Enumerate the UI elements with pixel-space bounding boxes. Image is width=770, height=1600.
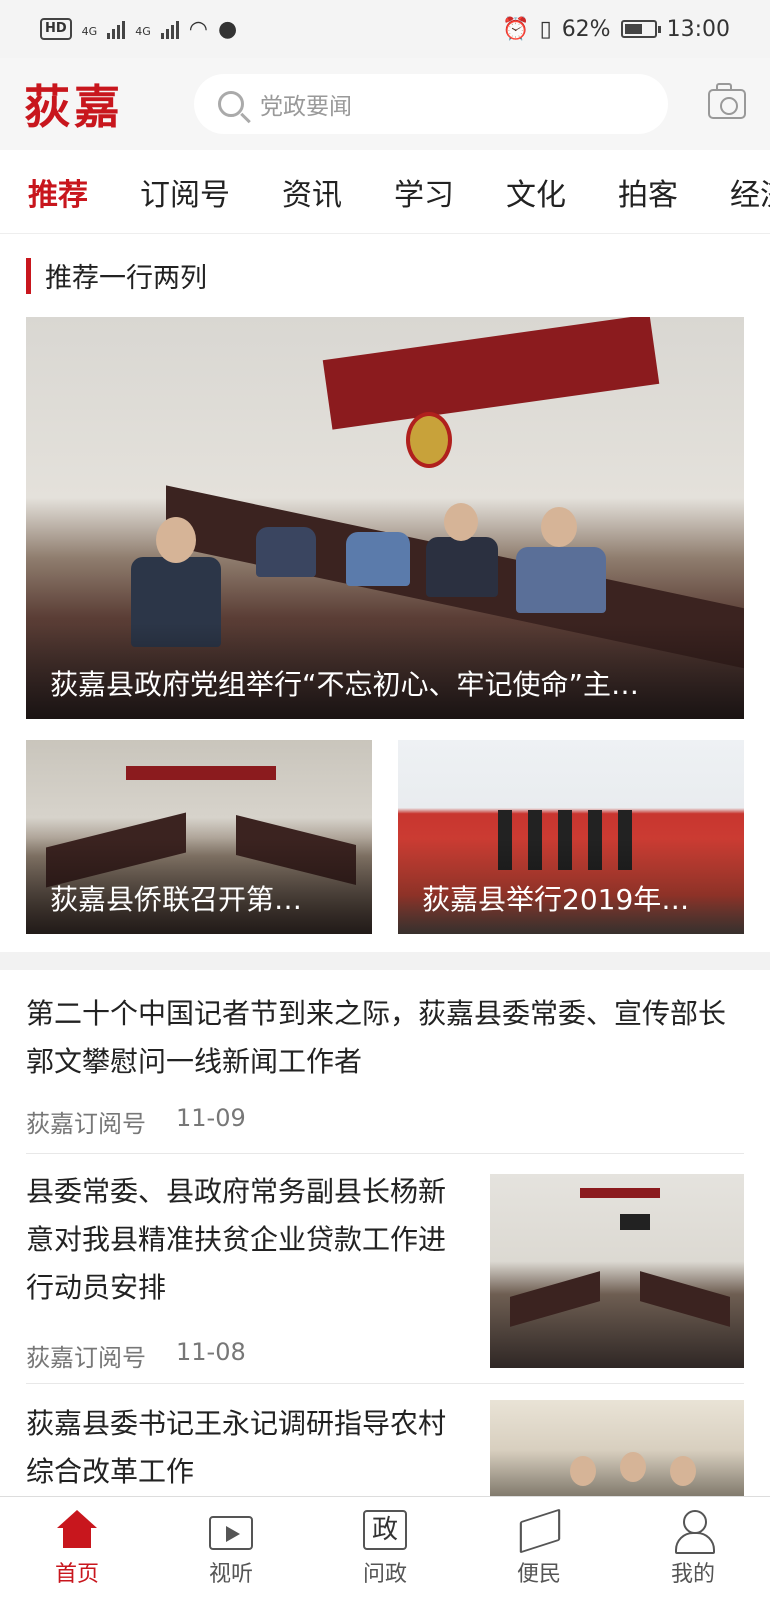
status-right: ⏰ ▯ 62% 13:00 — [502, 17, 730, 42]
app-logo: 荻嘉 — [24, 80, 124, 134]
featured-article-2[interactable]: 荻嘉县举行2019年… — [398, 740, 744, 934]
news-title-2: 县委常委、县政府常务副县长杨新意对我县精准扶贫企业贷款工作进行动员安排 — [26, 1175, 447, 1304]
status-bar: HD 4G 4G ◠ ● ⏰ ▯ 62% 13:00 — [0, 0, 770, 58]
battery-percent: 62% — [561, 16, 611, 42]
sim1-network: 4G — [81, 24, 98, 38]
battery-icon — [620, 20, 661, 38]
signal-icon — [107, 19, 126, 39]
nav-home[interactable]: 首页 — [0, 1497, 154, 1600]
tab-recommend[interactable]: 推荐 — [28, 170, 88, 214]
camera-icon[interactable] — [708, 83, 746, 119]
search-placeholder: 党政要闻 — [260, 94, 352, 120]
send-icon — [517, 1510, 561, 1550]
tv-icon — [209, 1515, 253, 1550]
hd-indicator: HD — [40, 18, 72, 40]
news-item-2[interactable]: 县委常委、县政府常务副县长杨新意对我县精准扶贫企业贷款工作进行动员安排 荻嘉订阅… — [26, 1168, 744, 1384]
nav-profile[interactable]: 我的 — [616, 1497, 770, 1600]
featured-caption-1: 荻嘉县侨联召开第… — [26, 838, 372, 934]
signal-icon-2 — [160, 19, 179, 39]
tab-economy[interactable]: 经济 — [730, 170, 770, 214]
featured-article-1[interactable]: 荻嘉县侨联召开第… — [26, 740, 372, 934]
news-item-3[interactable]: 荻嘉县委书记王永记调研指导农村综合改革工作 — [26, 1400, 744, 1500]
section-heading: 推荐一行两列 — [26, 256, 207, 295]
nav-video[interactable]: 视听 — [154, 1497, 308, 1600]
news-title-3: 荻嘉县委书记王永记调研指导农村综合改革工作 — [26, 1407, 447, 1488]
news-thumbnail-3 — [490, 1400, 744, 1500]
section-divider — [0, 952, 770, 970]
nav-inquiry-label: 问政 — [362, 1561, 407, 1587]
tab-study[interactable]: 学习 — [394, 170, 454, 214]
app-header: 荻嘉 党政要闻 — [0, 58, 770, 150]
nav-home-label: 首页 — [54, 1561, 99, 1587]
sim2-network: 4G — [135, 24, 151, 38]
zheng-icon: 政 — [363, 1509, 407, 1550]
clock: 13:00 — [666, 16, 730, 42]
search-icon — [218, 91, 244, 117]
featured-caption-2: 荻嘉县举行2019年… — [398, 838, 744, 934]
tab-subscriptions[interactable]: 订阅号 — [140, 170, 230, 214]
wifi-icon: ◠ — [188, 16, 208, 42]
news-thumbnail-2 — [490, 1174, 744, 1368]
news-source: 荻嘉订阅号 — [26, 1344, 146, 1372]
nav-video-label: 视听 — [208, 1561, 253, 1587]
user-icon — [671, 1509, 715, 1554]
nav-inquiry[interactable]: 政 问政 — [308, 1497, 462, 1600]
news-title-1: 第二十个中国记者节到来之际，荻嘉县委常委、宣传部长郭文攀慰问一线新闻工作者 — [26, 997, 727, 1078]
tab-photo[interactable]: 拍客 — [618, 170, 678, 214]
search-input[interactable]: 党政要闻 — [194, 74, 668, 134]
alarm-icon: ⏰ — [502, 16, 530, 42]
hero-caption: 荻嘉县政府党组举行“不忘初心、牢记使命”主… — [26, 623, 744, 719]
news-date: 11-08 — [176, 1338, 246, 1366]
nav-service-label: 便民 — [516, 1561, 561, 1587]
news-text-2: 县委常委、县政府常务副县长杨新意对我县精准扶贫企业贷款工作进行动员安排 荻嘉订阅… — [26, 1168, 446, 1373]
news-source: 荻嘉订阅号 — [26, 1110, 146, 1138]
tab-culture[interactable]: 文化 — [506, 170, 566, 214]
notification-icon: ● — [217, 16, 238, 42]
news-meta-1: 荻嘉订阅号 11-09 — [26, 1104, 744, 1139]
nav-service[interactable]: 便民 — [462, 1497, 616, 1600]
hero-article[interactable]: 荻嘉县政府党组举行“不忘初心、牢记使命”主… — [26, 317, 744, 719]
news-text-3: 荻嘉县委书记王永记调研指导农村综合改革工作 — [26, 1400, 446, 1496]
home-icon — [55, 1509, 99, 1550]
tab-news[interactable]: 资讯 — [282, 170, 342, 214]
section-accent-bar — [26, 257, 31, 294]
section-title: 推荐一行两列 — [45, 263, 207, 294]
news-date: 11-09 — [176, 1104, 246, 1132]
status-left: HD 4G 4G ◠ ● — [40, 17, 237, 42]
vibrate-icon: ▯ — [539, 16, 552, 42]
news-meta-2: 荻嘉订阅号 11-08 — [26, 1338, 446, 1373]
bottom-nav: 首页 视听 政 问政 便民 我的 — [0, 1496, 770, 1600]
channel-tabs: 推荐 订阅号 资讯 学习 文化 拍客 经济 — [0, 150, 770, 234]
nav-profile-label: 我的 — [670, 1561, 715, 1587]
news-item-1[interactable]: 第二十个中国记者节到来之际，荻嘉县委常委、宣传部长郭文攀慰问一线新闻工作者 荻嘉… — [26, 990, 744, 1154]
